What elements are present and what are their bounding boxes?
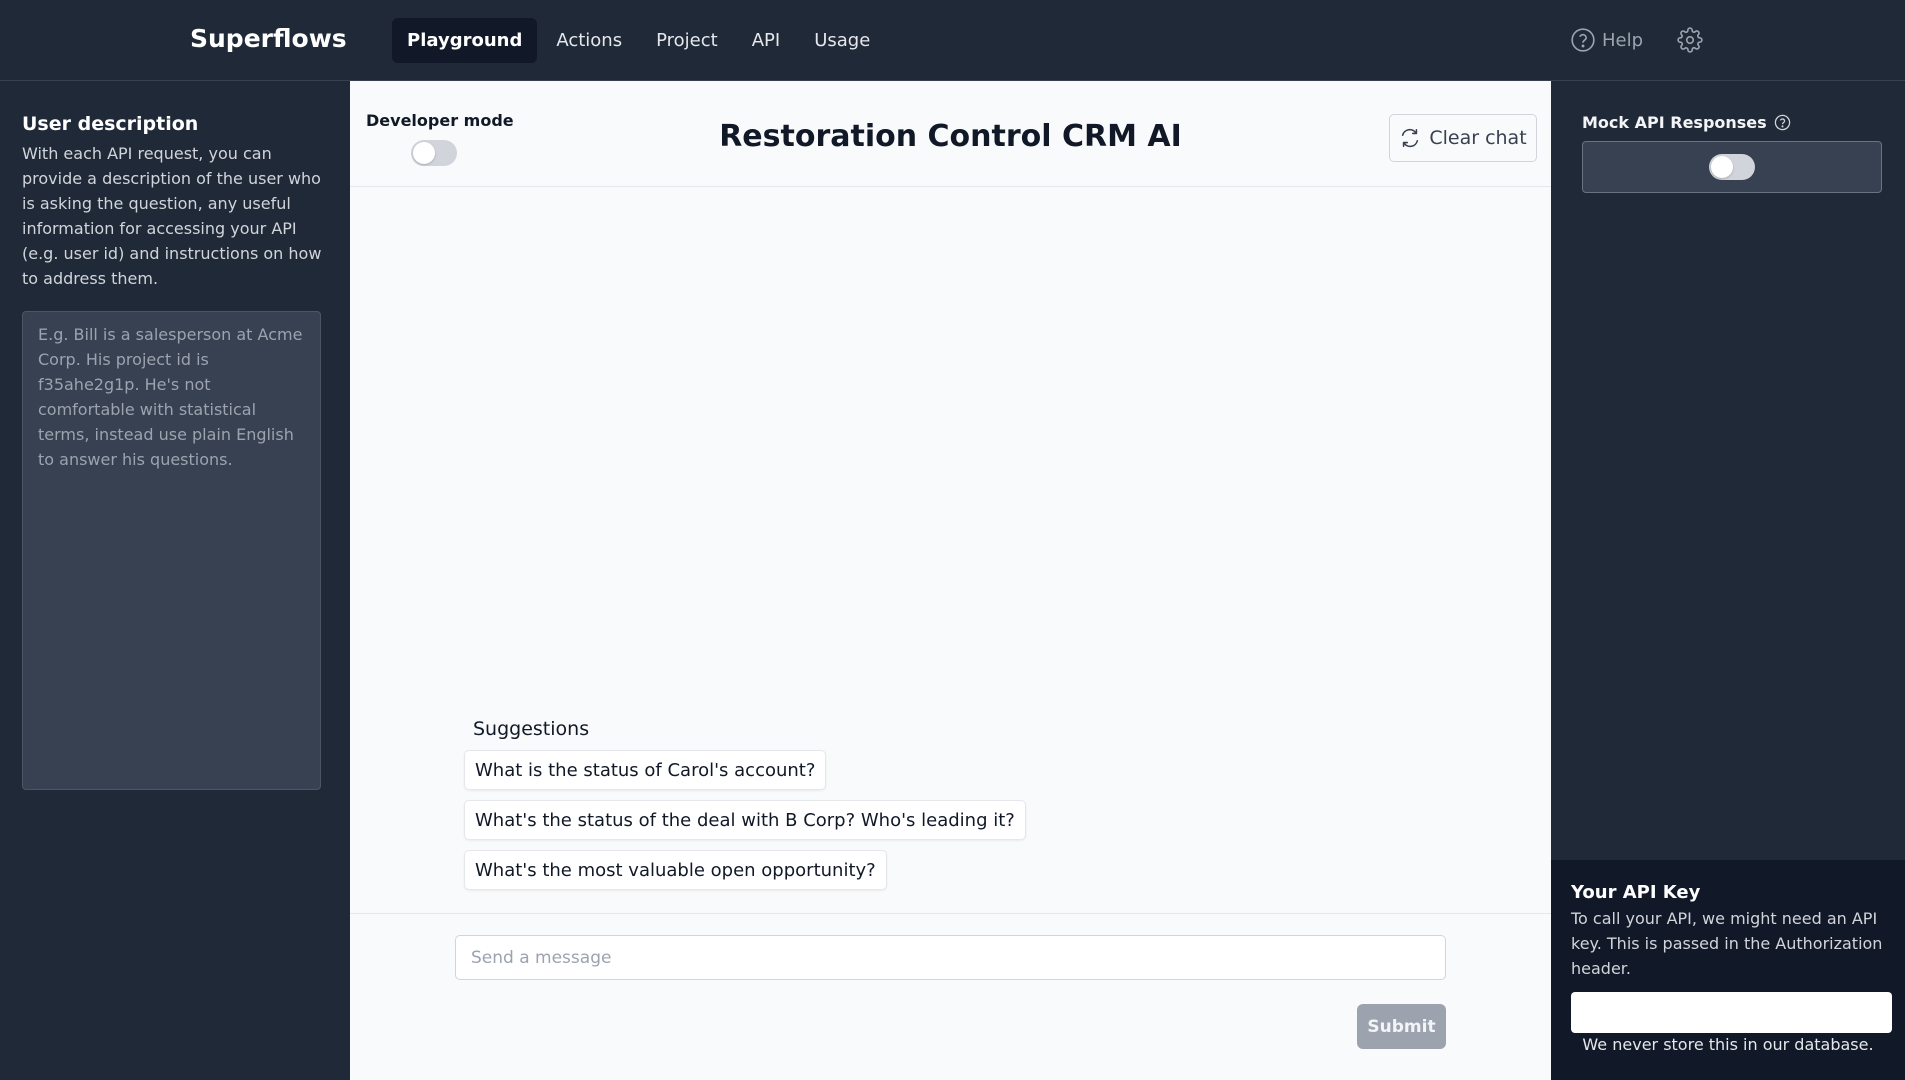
api-key-description: To call your API, we might need an API k…	[1571, 909, 1883, 978]
api-key-title: Your API Key	[1571, 882, 1701, 903]
refresh-icon	[1402, 128, 1419, 148]
question-circle-icon	[1571, 28, 1595, 52]
clear-chat-button[interactable]: Clear chat	[1389, 114, 1537, 162]
suggestion-chip[interactable]: What's the status of the deal with B Cor…	[464, 800, 1026, 840]
tab-project[interactable]: Project	[641, 18, 733, 63]
suggestion-chip[interactable]: What's the most valuable open opportunit…	[464, 850, 887, 890]
brand-logo[interactable]: Superflows	[190, 24, 347, 53]
clear-chat-label: Clear chat	[1429, 127, 1527, 149]
left-sidebar: User description With each API request, …	[0, 81, 350, 1080]
mock-api-toggle-container	[1582, 141, 1882, 193]
chat-header: Developer mode Restoration Control CRM A…	[350, 81, 1551, 187]
mock-api-toggle[interactable]	[1709, 154, 1755, 180]
user-description-title: User description	[22, 113, 199, 135]
user-description-input[interactable]	[22, 311, 321, 790]
api-key-panel: Your API Key To call your API, we might …	[1551, 860, 1905, 1080]
suggestions-title: Suggestions	[473, 718, 590, 740]
tab-actions[interactable]: Actions	[541, 18, 637, 63]
help-button[interactable]: Help	[1570, 27, 1643, 53]
gear-icon	[1677, 27, 1703, 53]
chat-title: Restoration Control CRM AI	[719, 119, 1182, 154]
tab-playground[interactable]: Playground	[392, 18, 538, 63]
settings-button[interactable]	[1677, 27, 1703, 53]
help-label: Help	[1602, 29, 1644, 51]
mock-api-label: Mock API Responses	[1582, 113, 1791, 132]
toggle-knob	[1711, 156, 1733, 178]
api-key-input[interactable]	[1571, 992, 1892, 1033]
tab-api[interactable]: API	[737, 18, 795, 63]
api-key-note: We never store this in our database.	[1582, 1035, 1874, 1054]
chat-panel: Developer mode Restoration Control CRM A…	[350, 81, 1551, 1080]
nav-tabs: Playground Actions Project API Usage	[392, 18, 885, 63]
chat-composer: Submit	[350, 913, 1551, 1080]
right-sidebar: Mock API Responses Your API Key To call …	[1551, 81, 1905, 1080]
submit-button[interactable]: Submit	[1357, 1004, 1446, 1049]
info-question-icon[interactable]	[1774, 114, 1791, 131]
user-description-help: With each API request, you can provide a…	[22, 144, 322, 288]
message-input[interactable]	[455, 935, 1446, 980]
mock-api-label-text: Mock API Responses	[1582, 113, 1767, 132]
suggestion-chip[interactable]: What is the status of Carol's account?	[464, 750, 827, 790]
top-nav: Superflows Playground Actions Project AP…	[0, 0, 1905, 81]
tab-usage[interactable]: Usage	[799, 18, 885, 63]
